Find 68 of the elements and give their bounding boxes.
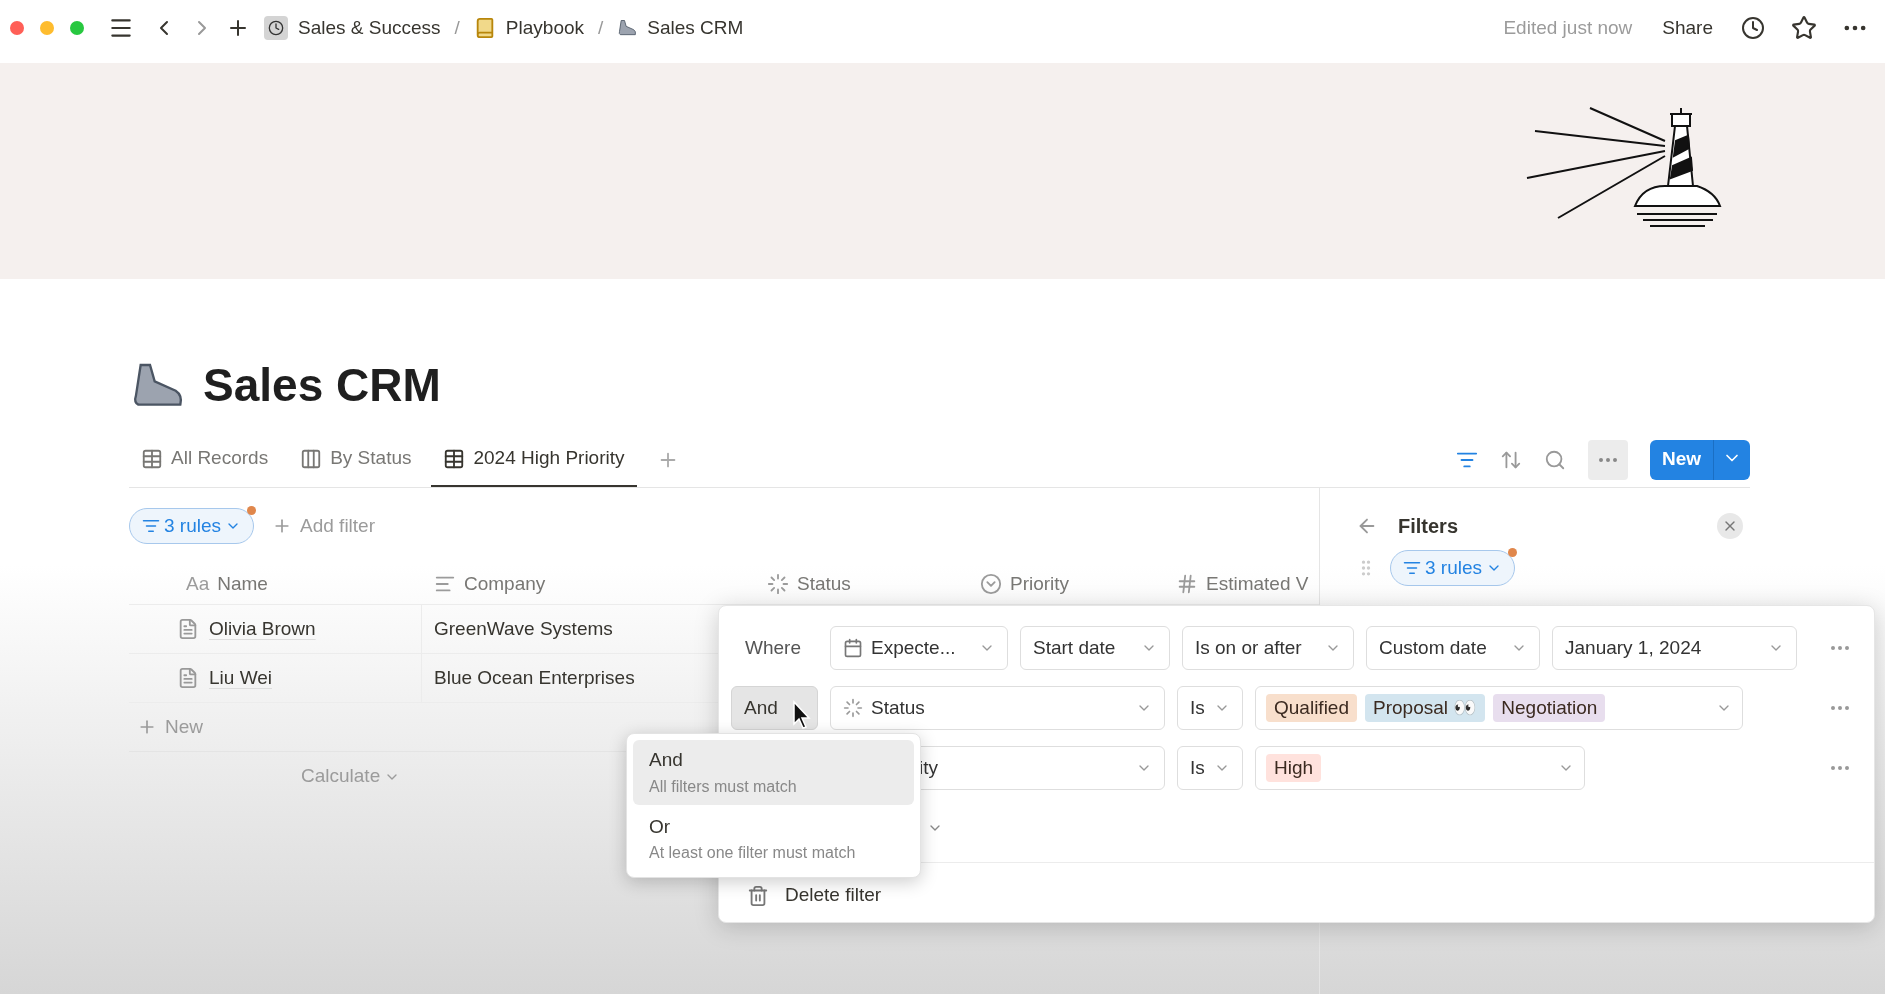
mouse-cursor-icon [792,700,812,730]
column-header[interactable]: Priority [1010,569,1070,599]
page-title: Sales CRM [203,358,441,413]
breadcrumb-link[interactable]: Playbook [505,13,585,43]
option-label: Or [649,814,672,839]
view-tab[interactable]: 2024 High Priority [431,432,637,487]
dropdown-field[interactable]: January 1, 2024 [1552,626,1797,670]
tag-select-field[interactable]: High [1255,746,1585,790]
status-icon [843,698,863,718]
shoe-icon [617,18,638,38]
tag: High [1266,754,1322,782]
dropdown-field[interactable]: Expecte... [830,626,1008,670]
breadcrumb-separator: / [598,15,604,40]
tag: Proposal 👀 [1365,694,1486,722]
breadcrumb-separator: / [454,15,460,40]
where-label: Where [744,635,801,660]
company-cell-text: Blue Ocean Enterprises [433,665,635,690]
page-icon [177,618,199,640]
column-type-label: Aa [186,571,210,596]
status-icon [767,573,789,595]
calendar-icon [843,638,863,658]
view-tab[interactable]: By Status [288,432,424,487]
table-icon [443,447,466,470]
more-options-button[interactable] [1587,439,1628,480]
record-name[interactable]: Olivia Brown [209,614,316,644]
delete-filter-button[interactable]: Delete filter [785,881,882,910]
dropdown-field[interactable]: Is on or after [1182,626,1354,670]
column-header[interactable]: Estimated V [1206,569,1309,599]
column-header[interactable]: Status [797,569,851,599]
dropdown-field[interactable]: Status [830,686,1165,730]
dropdown-field[interactable]: Start date [1020,626,1170,670]
column-header[interactable]: Company [464,569,546,599]
rules-chip[interactable]: 3 rules [1390,550,1516,586]
record-name[interactable]: Liu Wei [209,663,272,693]
option-description: All filters must match [649,776,798,797]
dropdown-field[interactable]: Is [1177,686,1243,730]
trash-icon[interactable] [747,884,769,907]
view-tab[interactable]: All Records [129,432,281,487]
board-icon [300,447,323,470]
tag: Negotiation [1493,694,1606,722]
company-cell-text: GreenWave Systems [433,616,613,641]
edited-status: Edited just now [1503,15,1633,40]
dropdown-field[interactable]: Custom date [1366,626,1540,670]
column-header[interactable]: Name [217,569,268,599]
option-description: At least one filter must match [649,843,857,863]
hash-icon [1176,573,1198,595]
tag: Qualified [1266,694,1357,722]
panel-title: Filters [1398,514,1459,539]
menu-option[interactable]: And All filters must match [633,740,914,805]
star-icon[interactable] [1791,15,1817,41]
filter-icon [1403,559,1421,577]
close-icon[interactable] [1717,513,1743,539]
history-icon[interactable] [1741,16,1765,40]
breadcrumb-link[interactable]: Sales CRM [647,13,744,43]
share-button[interactable]: Share [1662,13,1713,43]
option-label: And [649,748,684,772]
filter-icon [142,517,160,535]
tag-select-field[interactable]: Qualified Proposal 👀 Negotiation [1255,686,1743,730]
select-icon [980,573,1002,595]
search-icon[interactable] [1543,448,1566,471]
page-icon [177,667,199,689]
rules-chip[interactable]: 3 rules [129,508,255,544]
clock-icon [264,16,288,40]
breadcrumb-link[interactable]: Sales & Success [298,13,441,43]
table-icon [141,447,163,470]
conjunction-button[interactable]: And [731,686,818,730]
menu-option[interactable]: Or At least one filter must match [633,806,914,871]
dropdown-field[interactable]: Is [1177,746,1243,790]
